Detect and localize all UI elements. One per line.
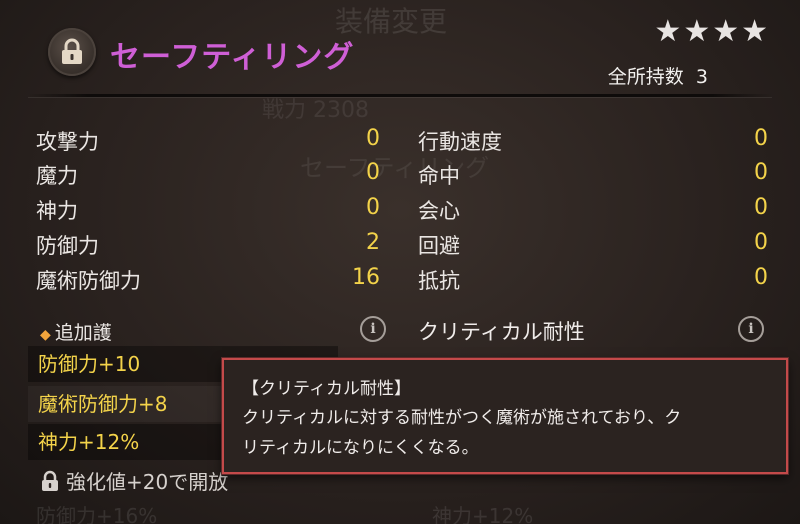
stat-label-defense: 防御力: [36, 234, 99, 258]
background-bonus-left: 防御力+16%: [36, 504, 158, 524]
stat-label-accuracy: 命中: [418, 164, 460, 188]
stat-value-critical: 0: [754, 195, 768, 220]
tooltip-line: リティカルになりにくくなる。: [242, 438, 479, 458]
equipment-detail-panel: 装備変更 戦力 2308 セーフティリング セーフティリング ★★★★ 全所持数…: [0, 0, 800, 524]
stat-label-evasion: 回避: [418, 234, 460, 258]
stat-label-speed: 行動速度: [418, 130, 502, 154]
tooltip-body: クリティカルに対する耐性がつく魔術が施されており、ク リティカルになりにくくなる…: [242, 403, 768, 463]
rarity-stars: ★★★★: [654, 14, 770, 49]
info-icon[interactable]: i: [360, 316, 386, 342]
bonus-text: 魔術防御力+8: [38, 392, 168, 416]
stat-value-defense: 2: [366, 230, 380, 255]
unlock-condition: 強化値+20で開放: [40, 466, 228, 495]
owned-count-value: 3: [695, 66, 708, 88]
stat-label-critical: 会心: [418, 199, 460, 223]
item-name: セーフティリング: [110, 40, 355, 75]
stat-label-resistance: 抵抗: [418, 269, 460, 293]
padlock-icon: [62, 38, 82, 64]
stat-value-divine: 0: [366, 195, 380, 220]
critical-resistance-tooltip[interactable]: 【クリティカル耐性】 クリティカルに対する耐性がつく魔術が施されており、ク リテ…: [222, 358, 788, 474]
stat-label-attack: 攻撃力: [36, 130, 99, 154]
diamond-bullet-icon: ◆: [40, 327, 51, 343]
info-icon[interactable]: i: [738, 316, 764, 342]
extra-protection-label: 追加護: [54, 322, 112, 344]
bonus-text: 神力+12%: [38, 430, 140, 454]
stat-value-magic: 0: [366, 160, 380, 185]
stat-value-accuracy: 0: [754, 160, 768, 185]
lock-toggle-button[interactable]: [48, 28, 96, 76]
owned-count-label: 全所持数: [607, 66, 684, 88]
stat-label-magic: 魔力: [36, 164, 78, 188]
stat-label-magic-defense: 魔術防御力: [36, 269, 141, 293]
stat-value-attack: 0: [366, 126, 380, 151]
owned-count-row: 全所持数 3: [608, 62, 708, 89]
tooltip-title: 【クリティカル耐性】: [242, 379, 411, 399]
stat-value-resistance: 0: [754, 265, 768, 290]
bonus-text: 防御力+10: [38, 352, 141, 376]
tooltip-line: クリティカルに対する耐性がつく魔術が施されており、ク: [242, 408, 682, 428]
padlock-icon: [42, 470, 58, 491]
critical-resistance-label: クリティカル耐性: [418, 320, 585, 344]
unlock-condition-text: 強化値+20で開放: [66, 470, 229, 494]
stat-label-divine: 神力: [36, 199, 78, 223]
extra-protection-header: ◆ 追加護: [40, 318, 112, 345]
header-divider: [28, 94, 772, 97]
stat-value-magic-defense: 16: [352, 265, 380, 290]
stat-value-evasion: 0: [754, 230, 768, 255]
stat-value-speed: 0: [754, 126, 768, 151]
background-bonus-right: 神力+12%: [432, 504, 534, 524]
